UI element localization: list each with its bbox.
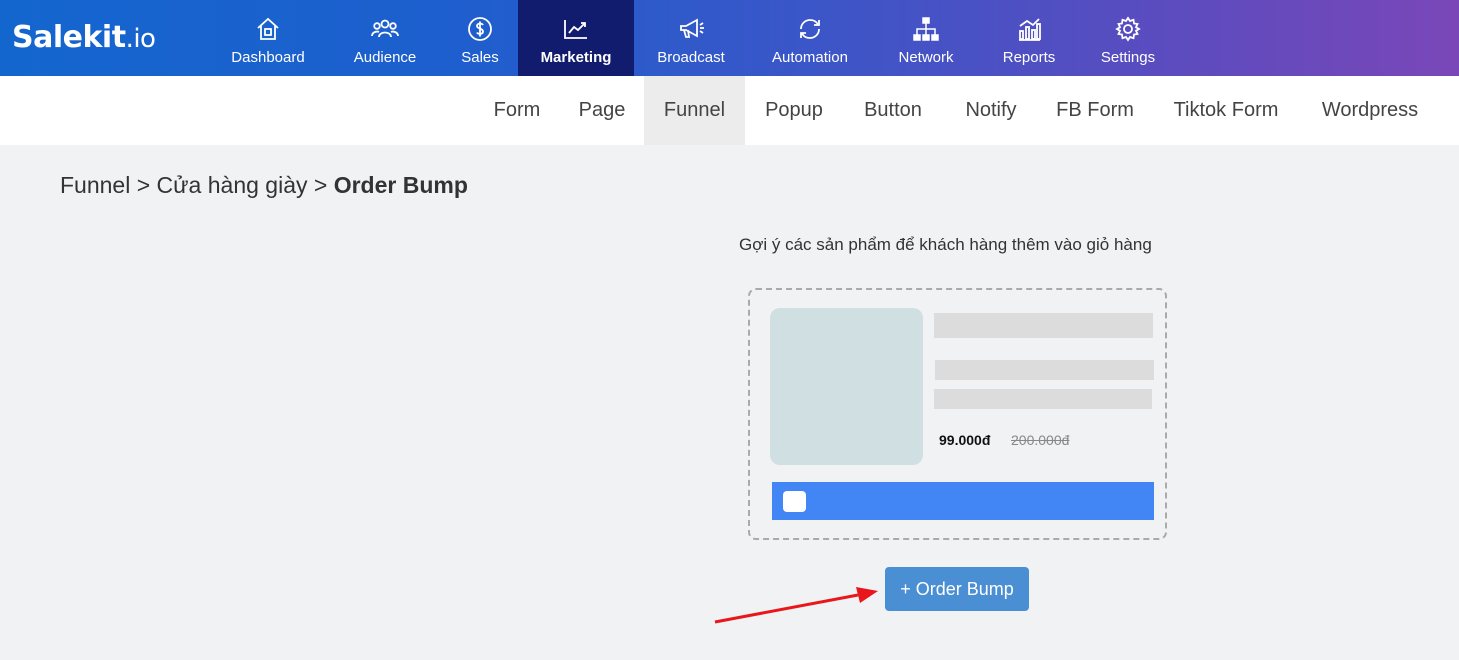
arrow-head <box>856 587 878 603</box>
red-arrow-annotation <box>714 587 878 624</box>
arrow-line <box>714 593 859 624</box>
